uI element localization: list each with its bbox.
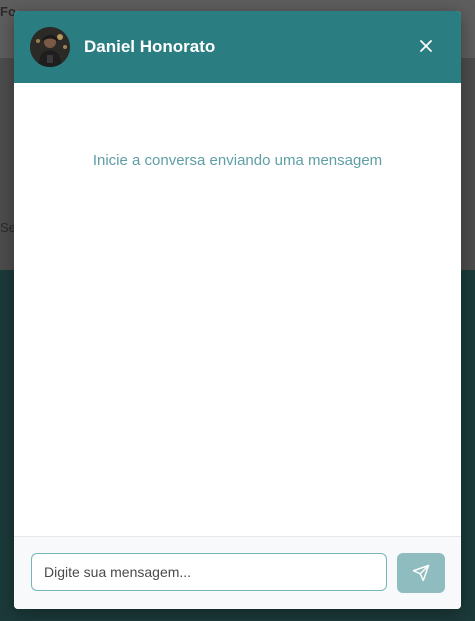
avatar-photo xyxy=(30,27,70,67)
contact-name: Daniel Honorato xyxy=(84,37,216,56)
send-button[interactable] xyxy=(397,553,445,593)
chat-header: Daniel Honorato xyxy=(14,11,461,83)
message-input[interactable] xyxy=(31,553,387,591)
empty-conversation-message: Inicie a conversa enviando uma mensagem xyxy=(92,152,383,169)
close-button[interactable] xyxy=(417,37,435,55)
chat-modal: Daniel Honorato Inicie a conversa envian… xyxy=(14,11,461,609)
avatar xyxy=(30,27,70,67)
message-area: Inicie a conversa enviando uma mensagem xyxy=(14,83,461,536)
send-icon xyxy=(412,564,430,582)
chat-footer xyxy=(14,536,461,609)
close-icon xyxy=(420,40,432,52)
page: Fo Se ✕ Daniel Honorato xyxy=(0,0,475,621)
